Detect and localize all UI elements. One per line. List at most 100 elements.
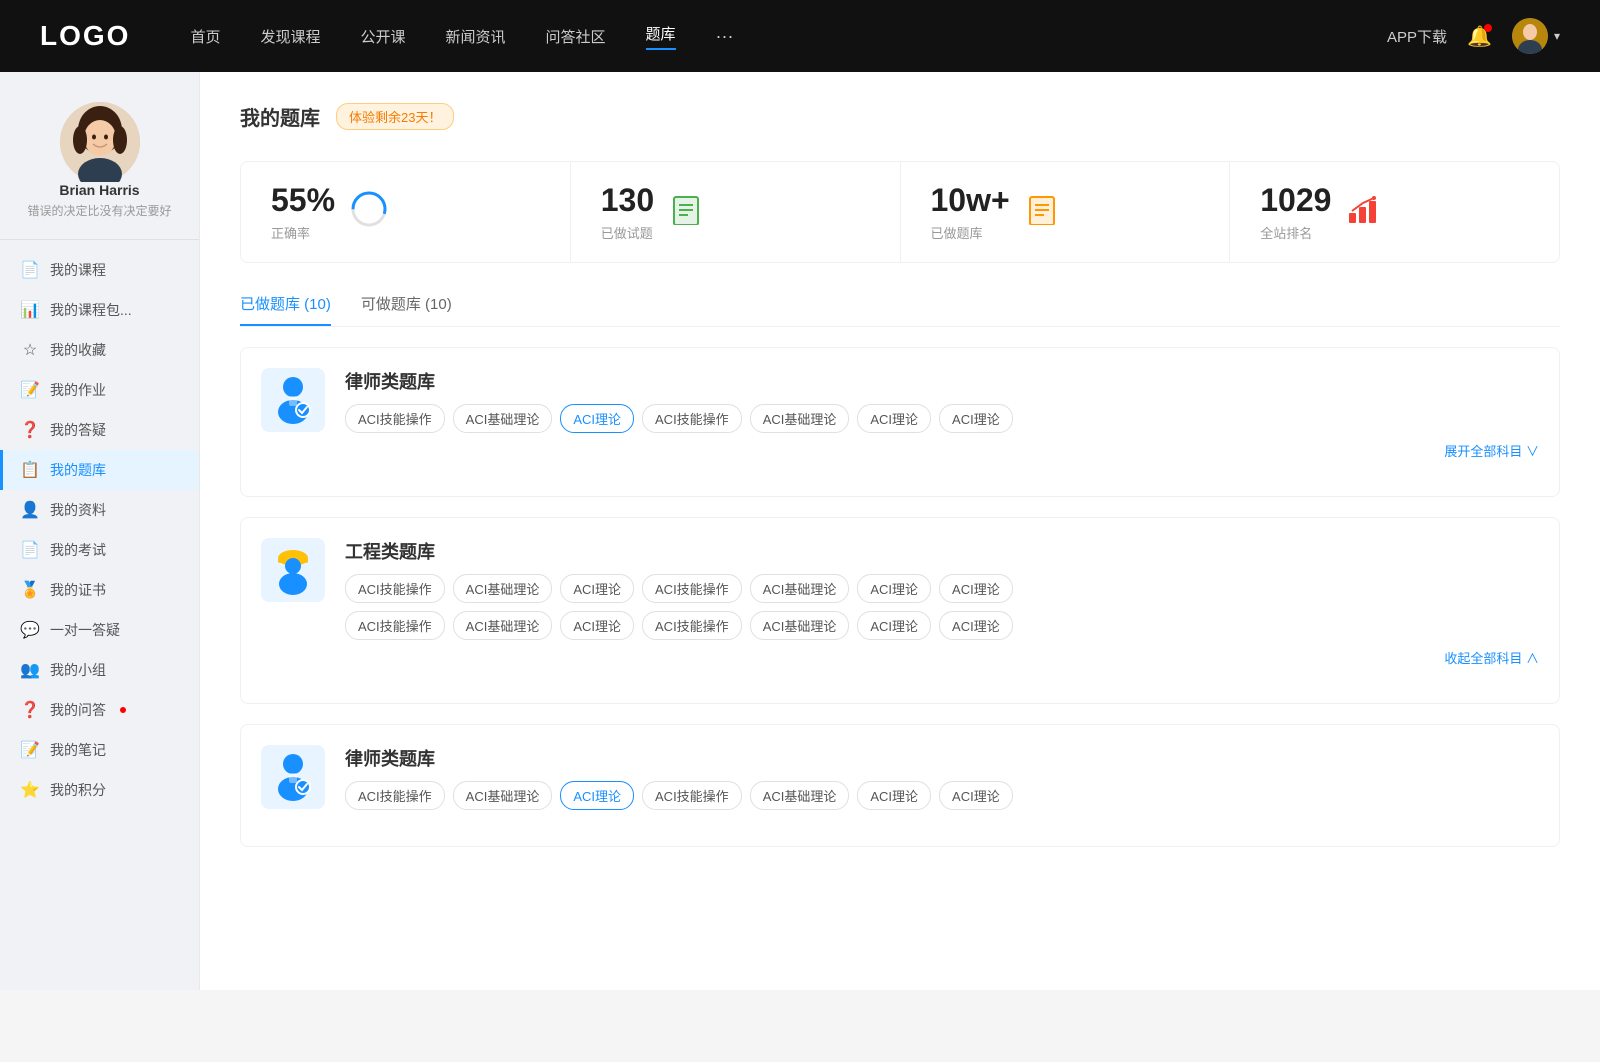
notification-dot bbox=[1484, 24, 1492, 32]
nav-home[interactable]: 首页 bbox=[190, 26, 220, 47]
stat-done-banks: 10w+ 已做题库 bbox=[901, 162, 1231, 262]
menu-qa[interactable]: ❓ 我的答疑 bbox=[0, 410, 199, 450]
page-header: 我的题库 体验剩余23天！ bbox=[240, 102, 1560, 131]
stat-accuracy-value: 55% bbox=[271, 182, 335, 219]
tab-available-banks[interactable]: 可做题库 (10) bbox=[361, 293, 452, 326]
stat-done-icon bbox=[670, 193, 702, 232]
bank-engineer-tags-row1: ACI技能操作 ACI基础理论 ACI理论 ACI技能操作 ACI基础理论 AC… bbox=[345, 574, 1539, 603]
bank-card-lawyer-2-header: 律师类题库 ACI技能操作 ACI基础理论 ACI理论 ACI技能操作 ACI基… bbox=[261, 745, 1539, 810]
tag-6[interactable]: ACI理论 bbox=[939, 404, 1013, 433]
menu-exam[interactable]: 📄 我的考试 bbox=[0, 530, 199, 570]
eng-tag2-0[interactable]: ACI技能操作 bbox=[345, 611, 445, 640]
nav-news[interactable]: 新闻资讯 bbox=[446, 26, 506, 47]
menu-favorites[interactable]: ☆ 我的收藏 bbox=[0, 330, 199, 370]
homework-icon: 📝 bbox=[20, 380, 40, 400]
tab-done-banks[interactable]: 已做题库 (10) bbox=[240, 293, 331, 326]
user-avatar-button[interactable]: ▾ bbox=[1512, 18, 1560, 54]
eng-tag-2[interactable]: ACI理论 bbox=[560, 574, 634, 603]
menu-profile[interactable]: 👤 我的资料 bbox=[0, 490, 199, 530]
menu-my-courses[interactable]: 📄 我的课程 bbox=[0, 250, 199, 290]
law2-tag-4[interactable]: ACI基础理论 bbox=[750, 781, 850, 810]
tag-2-active[interactable]: ACI理论 bbox=[560, 404, 634, 433]
bank-card-lawyer-1-info: 律师类题库 ACI技能操作 ACI基础理论 ACI理论 ACI技能操作 ACI基… bbox=[345, 368, 1539, 460]
eng-tag2-4[interactable]: ACI基础理论 bbox=[750, 611, 850, 640]
bank-card-engineer-info: 工程类题库 ACI技能操作 ACI基础理论 ACI理论 ACI技能操作 ACI基… bbox=[345, 538, 1539, 667]
expand-lawyer-1[interactable]: 展开全部科目 ∨ bbox=[345, 441, 1539, 460]
sidebar-menu: 📄 我的课程 📊 我的课程包... ☆ 我的收藏 📝 我的作业 ❓ 我的答疑 📋 bbox=[0, 240, 199, 820]
bank-card-lawyer-2: 律师类题库 ACI技能操作 ACI基础理论 ACI理论 ACI技能操作 ACI基… bbox=[240, 724, 1560, 847]
eng-tag-1[interactable]: ACI基础理论 bbox=[453, 574, 553, 603]
eng-tag-0[interactable]: ACI技能操作 bbox=[345, 574, 445, 603]
stat-ranking-text: 1029 全站排名 bbox=[1260, 182, 1331, 242]
profile-motto: 错误的决定比没有决定要好 bbox=[27, 202, 171, 219]
packages-icon: 📊 bbox=[20, 300, 40, 320]
page-title: 我的题库 bbox=[240, 102, 320, 131]
qa-icon: ❓ bbox=[20, 420, 40, 440]
menu-points[interactable]: ⭐ 我的积分 bbox=[0, 770, 199, 810]
eng-tag2-2[interactable]: ACI理论 bbox=[560, 611, 634, 640]
topnav: LOGO 首页 发现课程 公开课 新闻资讯 问答社区 题库 ··· APP下载 … bbox=[0, 0, 1600, 72]
notification-bell[interactable]: 🔔 bbox=[1467, 24, 1492, 49]
collapse-engineer[interactable]: 收起全部科目 ∧ bbox=[345, 648, 1539, 667]
stat-ranking: 1029 全站排名 bbox=[1230, 162, 1559, 262]
tag-3[interactable]: ACI技能操作 bbox=[642, 404, 742, 433]
eng-tag-4[interactable]: ACI基础理论 bbox=[750, 574, 850, 603]
stat-done-questions-text: 130 已做试题 bbox=[601, 182, 654, 242]
engineer-icon-wrap bbox=[261, 538, 325, 602]
courses-icon: 📄 bbox=[20, 260, 40, 280]
law2-tag-5[interactable]: ACI理论 bbox=[857, 781, 931, 810]
law2-tag-6[interactable]: ACI理论 bbox=[939, 781, 1013, 810]
eng-tag2-1[interactable]: ACI基础理论 bbox=[453, 611, 553, 640]
nav-opencourse[interactable]: 公开课 bbox=[360, 26, 405, 47]
stat-done-questions-value: 130 bbox=[601, 182, 654, 219]
law2-tag-3[interactable]: ACI技能操作 bbox=[642, 781, 742, 810]
oneonone-icon: 💬 bbox=[20, 620, 40, 640]
stat-done-questions-label: 已做试题 bbox=[601, 223, 654, 242]
layout: Brian Harris 错误的决定比没有决定要好 📄 我的课程 📊 我的课程包… bbox=[0, 72, 1600, 990]
lawyer-icon bbox=[261, 368, 325, 432]
menu-certificate[interactable]: 🏅 我的证书 bbox=[0, 570, 199, 610]
stat-ranking-value: 1029 bbox=[1260, 182, 1331, 219]
menu-one-on-one[interactable]: 💬 一对一答疑 bbox=[0, 610, 199, 650]
menu-questionbank[interactable]: 📋 我的题库 bbox=[0, 450, 199, 490]
bank-lawyer-1-tags: ACI技能操作 ACI基础理论 ACI理论 ACI技能操作 ACI基础理论 AC… bbox=[345, 404, 1539, 433]
tag-1[interactable]: ACI基础理论 bbox=[453, 404, 553, 433]
nav-more[interactable]: ··· bbox=[716, 26, 734, 47]
law2-tag-2-active[interactable]: ACI理论 bbox=[560, 781, 634, 810]
menu-myqa[interactable]: ❓ 我的问答 bbox=[0, 690, 199, 730]
stat-done-questions: 130 已做试题 bbox=[571, 162, 901, 262]
content-wrapper: 我的题库 体验剩余23天！ 55% 正确率 bbox=[200, 72, 1600, 897]
eng-tag2-5[interactable]: ACI理论 bbox=[857, 611, 931, 640]
eng-tag-6[interactable]: ACI理论 bbox=[939, 574, 1013, 603]
profile-name: Brian Harris bbox=[59, 182, 139, 198]
stat-accuracy-icon bbox=[351, 191, 387, 234]
profile-icon: 👤 bbox=[20, 500, 40, 520]
law2-tag-0[interactable]: ACI技能操作 bbox=[345, 781, 445, 810]
eng-tag2-3[interactable]: ACI技能操作 bbox=[642, 611, 742, 640]
main-content: 我的题库 体验剩余23天！ 55% 正确率 bbox=[200, 72, 1600, 990]
menu-group[interactable]: 👥 我的小组 bbox=[0, 650, 199, 690]
menu-homework[interactable]: 📝 我的作业 bbox=[0, 370, 199, 410]
stat-accuracy: 55% 正确率 bbox=[241, 162, 571, 262]
bank-card-engineer: 工程类题库 ACI技能操作 ACI基础理论 ACI理论 ACI技能操作 ACI基… bbox=[240, 517, 1560, 704]
stat-accuracy-text: 55% 正确率 bbox=[271, 182, 335, 242]
eng-tag-3[interactable]: ACI技能操作 bbox=[642, 574, 742, 603]
nav-qa[interactable]: 问答社区 bbox=[546, 26, 606, 47]
notes-icon: 📝 bbox=[20, 740, 40, 760]
menu-course-packages[interactable]: 📊 我的课程包... bbox=[0, 290, 199, 330]
nav-questionbank[interactable]: 题库 bbox=[646, 23, 676, 50]
tag-4[interactable]: ACI基础理论 bbox=[750, 404, 850, 433]
tag-0[interactable]: ACI技能操作 bbox=[345, 404, 445, 433]
tag-5[interactable]: ACI理论 bbox=[857, 404, 931, 433]
nav-discover[interactable]: 发现课程 bbox=[260, 26, 320, 47]
stats-row: 55% 正确率 130 已做试题 bbox=[240, 161, 1560, 263]
eng-tag-5[interactable]: ACI理论 bbox=[857, 574, 931, 603]
download-button[interactable]: APP下载 bbox=[1387, 26, 1447, 47]
stat-done-banks-text: 10w+ 已做题库 bbox=[931, 182, 1010, 242]
avatar bbox=[1512, 18, 1548, 54]
law2-tag-1[interactable]: ACI基础理论 bbox=[453, 781, 553, 810]
menu-notes[interactable]: 📝 我的笔记 bbox=[0, 730, 199, 770]
eng-tag2-6[interactable]: ACI理论 bbox=[939, 611, 1013, 640]
profile-section: Brian Harris 错误的决定比没有决定要好 bbox=[0, 92, 199, 240]
bank-engineer-tags-row2: ACI技能操作 ACI基础理论 ACI理论 ACI技能操作 ACI基础理论 AC… bbox=[345, 611, 1539, 640]
